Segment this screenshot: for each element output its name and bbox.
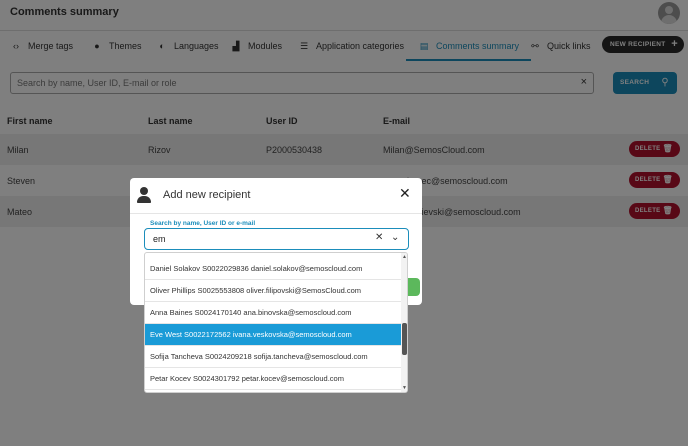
option-item[interactable]: Daniel Solakov S0022029836 daniel.solako… [145, 258, 401, 280]
user-icon-head [140, 187, 148, 195]
option-item[interactable]: Anna Baines S0024170140 ana.binovska@sem… [145, 302, 401, 324]
option-item[interactable]: Petar Kocev S0024301792 petar.kocev@semo… [145, 368, 401, 390]
close-icon[interactable]: ✕ [399, 185, 411, 202]
scrollbar-thumb[interactable] [402, 323, 407, 355]
option-item[interactable]: Oliver Phillips S0025553808 oliver.filip… [145, 280, 401, 302]
clear-icon[interactable]: ✕ [375, 232, 383, 243]
scroll-up-icon[interactable]: ▲ [402, 254, 407, 260]
scroll-down-icon[interactable]: ▼ [402, 385, 407, 391]
dialog-header: Add new recipient ✕ [130, 178, 422, 214]
user-icon-body [137, 196, 151, 203]
scrollbar[interactable]: ▲ ▼ [401, 253, 407, 392]
dialog-title: Add new recipient [163, 189, 251, 201]
recipient-search-combobox[interactable]: em ✕ ⌄ [144, 228, 409, 250]
recipient-options-list: Daniel Solakov S0022029836 daniel.solako… [144, 252, 408, 393]
option-item[interactable]: Sofija Tancheva S0024209218 sofija.tanch… [145, 346, 401, 368]
field-label: Search by name, User ID or e-mail [150, 220, 256, 227]
confirm-button[interactable] [406, 278, 420, 296]
recipient-search-value: em [153, 234, 166, 244]
chevron-down-icon[interactable]: ⌄ [391, 232, 399, 243]
user-icon [137, 187, 151, 203]
option-item-highlighted[interactable]: Eve West S0022172562 ivana.veskovska@sem… [145, 324, 401, 346]
